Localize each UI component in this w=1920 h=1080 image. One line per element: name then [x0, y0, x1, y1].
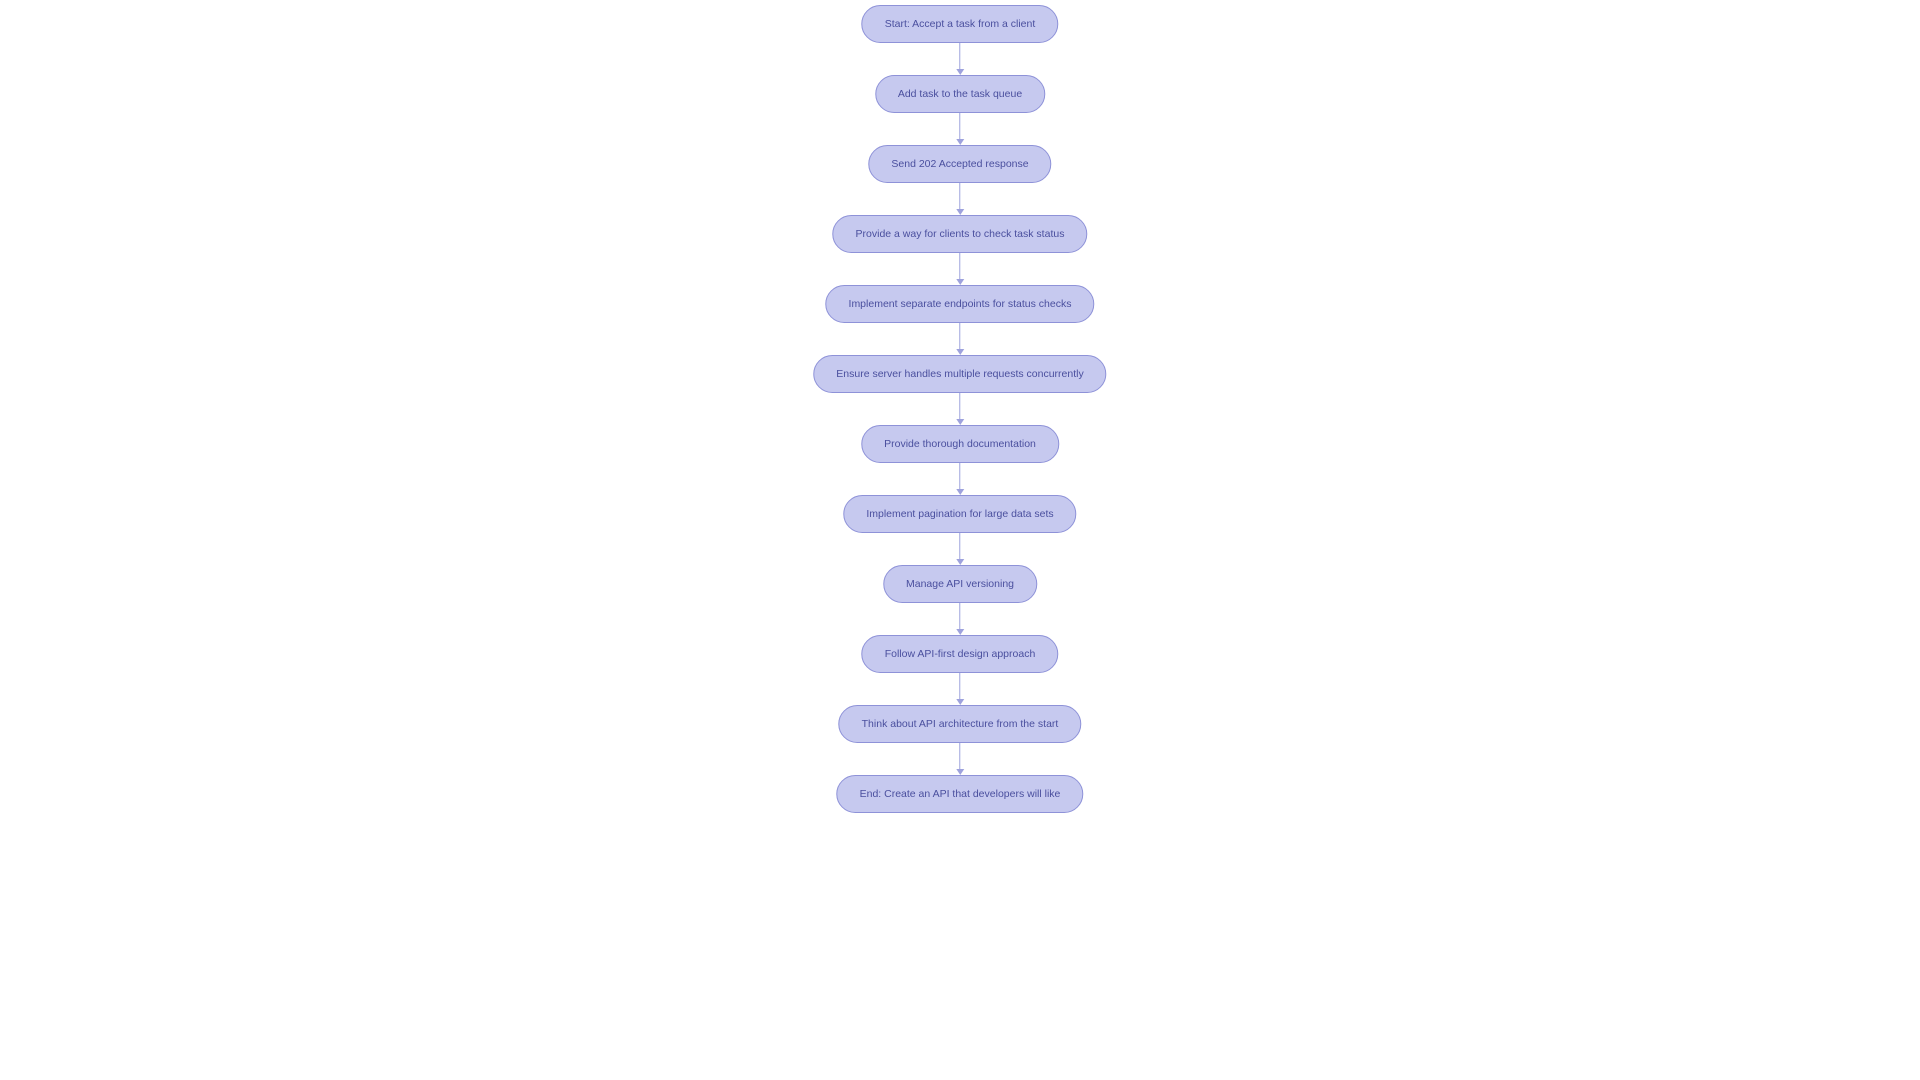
flow-connector: [956, 603, 964, 635]
flow-node: Think about API architecture from the st…: [839, 705, 1082, 743]
flow-connector: [956, 533, 964, 565]
flow-node: Add task to the task queue: [875, 75, 1045, 113]
flow-node: Send 202 Accepted response: [868, 145, 1051, 183]
flow-connector: [956, 323, 964, 355]
flow-connector: [956, 463, 964, 495]
flow-connector: [956, 393, 964, 425]
flow-connector: [956, 253, 964, 285]
flow-connector: [956, 673, 964, 705]
flow-node-start: Start: Accept a task from a client: [862, 5, 1059, 43]
flow-connector: [956, 183, 964, 215]
flowchart-container: Start: Accept a task from a client Add t…: [813, 5, 1106, 813]
flow-node: Provide a way for clients to check task …: [833, 215, 1088, 253]
flow-connector: [956, 43, 964, 75]
flow-connector: [956, 113, 964, 145]
flow-node: Provide thorough documentation: [861, 425, 1059, 463]
flow-node-end: End: Create an API that developers will …: [837, 775, 1084, 813]
flow-node: Follow API-first design approach: [862, 635, 1059, 673]
flow-node: Implement pagination for large data sets: [843, 495, 1076, 533]
flow-node: Ensure server handles multiple requests …: [813, 355, 1106, 393]
flow-node: Implement separate endpoints for status …: [826, 285, 1095, 323]
flow-connector: [956, 743, 964, 775]
flow-node: Manage API versioning: [883, 565, 1037, 603]
